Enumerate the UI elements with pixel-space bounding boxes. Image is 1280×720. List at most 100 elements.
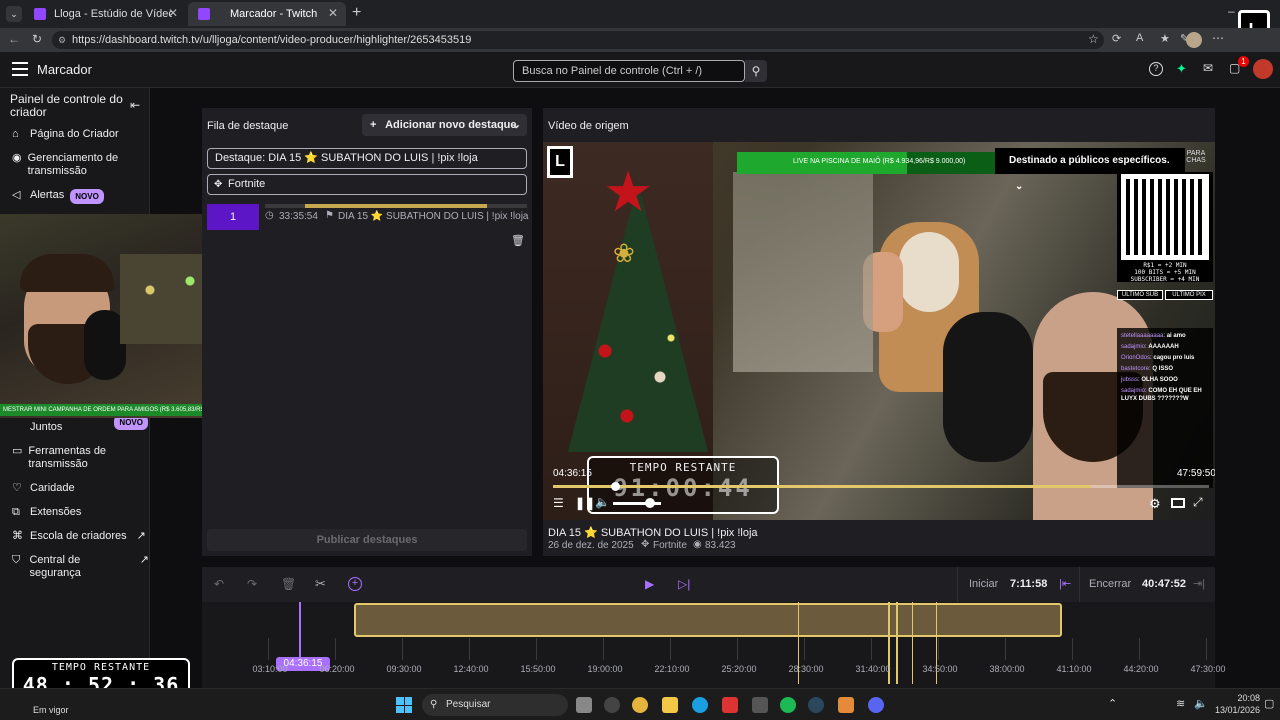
- inbox-icon[interactable]: ✉: [1203, 61, 1213, 75]
- search-button[interactable]: ⚲: [745, 60, 767, 82]
- site-info-icon[interactable]: ⚙: [58, 31, 66, 49]
- source-category: Fortnite: [653, 540, 687, 551]
- tick-line: [469, 638, 470, 660]
- notifications-icon[interactable]: ▢: [1264, 697, 1274, 710]
- bookmark-icon[interactable]: ☆: [1088, 32, 1099, 46]
- profile-avatar[interactable]: [1186, 32, 1202, 48]
- close-tab-icon[interactable]: ✕: [328, 6, 338, 20]
- app-icon-2[interactable]: [632, 697, 648, 713]
- app-icon-3[interactable]: [722, 697, 738, 713]
- search-input[interactable]: Busca no Painel de controle (Ctrl + /): [513, 60, 745, 82]
- help-icon[interactable]: ?: [1149, 62, 1163, 76]
- fullscreen-icon[interactable]: ⤢: [1193, 495, 1203, 510]
- search-icon: ⚲: [430, 699, 438, 710]
- tick-line: [737, 638, 738, 660]
- tray-chevron-icon[interactable]: ⌃: [1108, 697, 1117, 710]
- playhead-line[interactable]: [299, 602, 301, 662]
- tick-line: [1139, 638, 1140, 660]
- sidebar-item-together[interactable]: Juntos NOVO: [12, 415, 148, 434]
- settings-icon[interactable]: ⚙: [1149, 496, 1161, 512]
- tick-label: 22:10:00: [654, 664, 690, 674]
- address-bar[interactable]: ⚙ https://dashboard.twitch.tv/u/lljoga/c…: [52, 31, 1104, 49]
- spotify-icon[interactable]: [780, 697, 796, 713]
- audience-label[interactable]: Destinado a públicos específicos. ⌄: [995, 148, 1185, 192]
- edge-icon[interactable]: [692, 697, 708, 713]
- sidebar-item-broadcast-tools[interactable]: ▭ Ferramentas de transmissão: [12, 445, 122, 471]
- playlist-icon[interactable]: ☰: [553, 496, 564, 510]
- start-value[interactable]: 7:11:58: [1010, 578, 1047, 590]
- play-icon[interactable]: ▶: [645, 577, 654, 591]
- chevron-down-icon[interactable]: ⌄: [512, 114, 521, 136]
- external-link-icon: ↗: [136, 530, 146, 542]
- reload-icon[interactable]: ↻: [32, 32, 42, 46]
- tick-label: 25:20:00: [721, 664, 757, 674]
- tick-label: 31:40:00: [855, 664, 891, 674]
- chevron-down-icon: ⌄: [1015, 181, 1024, 192]
- set-end-icon[interactable]: ⇥|: [1193, 577, 1205, 590]
- add-highlight-button[interactable]: + Adicionar novo destaque ⌄: [362, 114, 527, 136]
- sidebar-item-creator-page[interactable]: ⌂ Página do Criador: [12, 128, 119, 141]
- back-icon[interactable]: ←: [8, 32, 20, 46]
- extensions-icon[interactable]: ⟳: [1112, 32, 1121, 45]
- sidebar-item-stream-manager[interactable]: ◉ Gerenciamento de transmissão: [12, 152, 122, 178]
- tab-marcador[interactable]: Marcador - Twitch ✕: [188, 2, 346, 26]
- new-tab-icon[interactable]: +: [352, 4, 361, 22]
- tick-label: 15:50:00: [520, 664, 556, 674]
- windows-start-icon[interactable]: [396, 697, 412, 713]
- browser-tabbar: ⌄ Lloga - Estúdio de Vídeo - Twitch ✕ Ma…: [0, 0, 1280, 50]
- video-player[interactable]: ★ ❀ L LIVE NA PISCINA DE MAIÔ (R$ 4.934,…: [543, 142, 1215, 520]
- delete-icon[interactable]: 🗑: [281, 577, 296, 591]
- hamburger-menu-icon[interactable]: [12, 62, 28, 76]
- play-selection-icon[interactable]: ▷|: [678, 577, 690, 591]
- set-start-icon[interactable]: |⇤: [1059, 577, 1071, 590]
- add-clip-icon[interactable]: +: [348, 577, 362, 591]
- favorites-icon[interactable]: ★: [1160, 32, 1170, 45]
- window-minimize-icon[interactable]: –: [1228, 4, 1235, 18]
- wifi-icon[interactable]: ≋: [1176, 697, 1185, 710]
- overlay-timer-label: TEMPO RESTANTE: [629, 461, 737, 474]
- start-label: Iniciar: [969, 578, 999, 590]
- timeline-track[interactable]: 04:36:15 03:10:00 06:20:00 09:30:00 12:40:0…: [202, 602, 1226, 688]
- steam-icon[interactable]: [808, 697, 824, 713]
- selected-region[interactable]: [354, 603, 1062, 637]
- sidebar-item-charity[interactable]: ♡ Caridade: [12, 482, 75, 495]
- reading-icon[interactable]: A: [1136, 32, 1143, 44]
- app-icon-1[interactable]: [604, 697, 620, 713]
- undo-icon[interactable]: ↶: [214, 577, 224, 591]
- sidebar-item-label: Ferramentas de transmissão: [28, 445, 107, 470]
- discord-icon[interactable]: [868, 697, 884, 713]
- seek-bar[interactable]: [553, 485, 1209, 488]
- app-icon-4[interactable]: [752, 697, 768, 713]
- pause-icon[interactable]: ❚❚: [575, 496, 595, 510]
- volume-handle[interactable]: [645, 498, 655, 508]
- task-view-icon[interactable]: [576, 697, 592, 713]
- seek-handle[interactable]: [611, 482, 620, 491]
- theatre-mode-icon[interactable]: [1171, 498, 1185, 508]
- user-avatar[interactable]: [1253, 59, 1273, 79]
- volume-icon[interactable]: 🔈: [595, 495, 610, 509]
- category-field[interactable]: ✥ Fortnite: [207, 174, 527, 195]
- bits-icon[interactable]: ✦: [1176, 61, 1187, 77]
- sidebar-item-safety-center[interactable]: ⛉ Central de segurança ↗: [12, 554, 149, 580]
- file-explorer-icon[interactable]: [662, 697, 678, 713]
- sidebar-title: Painel de controle do criador: [10, 92, 123, 119]
- collapse-sidebar-icon[interactable]: ⇤: [130, 98, 140, 112]
- app-icon-5[interactable]: [838, 697, 854, 713]
- redo-icon[interactable]: ↷: [247, 577, 257, 591]
- delete-icon[interactable]: 🗑: [511, 234, 525, 247]
- highlight-item[interactable]: 1 ◷ 33:35:54 ⚑ DIA 15 ⭐ SUBATHON DO LUIS…: [207, 204, 528, 247]
- sidebar-item-extensions[interactable]: ⧉ Extensões: [12, 506, 81, 519]
- taskbar-search[interactable]: ⚲ Pesquisar: [422, 694, 568, 716]
- gamepad-icon: ✥: [214, 179, 223, 190]
- close-tab-icon[interactable]: ✕: [168, 6, 178, 20]
- more-menu-icon[interactable]: ⋯: [1212, 31, 1224, 45]
- scissors-icon[interactable]: ✂: [315, 576, 326, 592]
- publish-highlights-button[interactable]: Publicar destaques: [207, 529, 527, 551]
- sidebar-item-creator-camp[interactable]: ⌘ Escola de criadores ↗: [12, 530, 146, 543]
- tab-list-chevron-icon[interactable]: ⌄: [6, 6, 22, 22]
- sidebar-item-alerts[interactable]: ◁ Alertas NOVO: [12, 189, 104, 204]
- tab-studio[interactable]: Lloga - Estúdio de Vídeo - Twitch ✕: [24, 2, 186, 26]
- qr-panel: R$1 = +2 MIN 100 BITS = +5 MIN SUBSCRIBE…: [1117, 172, 1213, 283]
- end-value[interactable]: 40:47:52: [1142, 578, 1186, 590]
- highlight-title-field[interactable]: Destaque: DIA 15 ⭐ SUBATHON DO LUIS | !p…: [207, 148, 527, 169]
